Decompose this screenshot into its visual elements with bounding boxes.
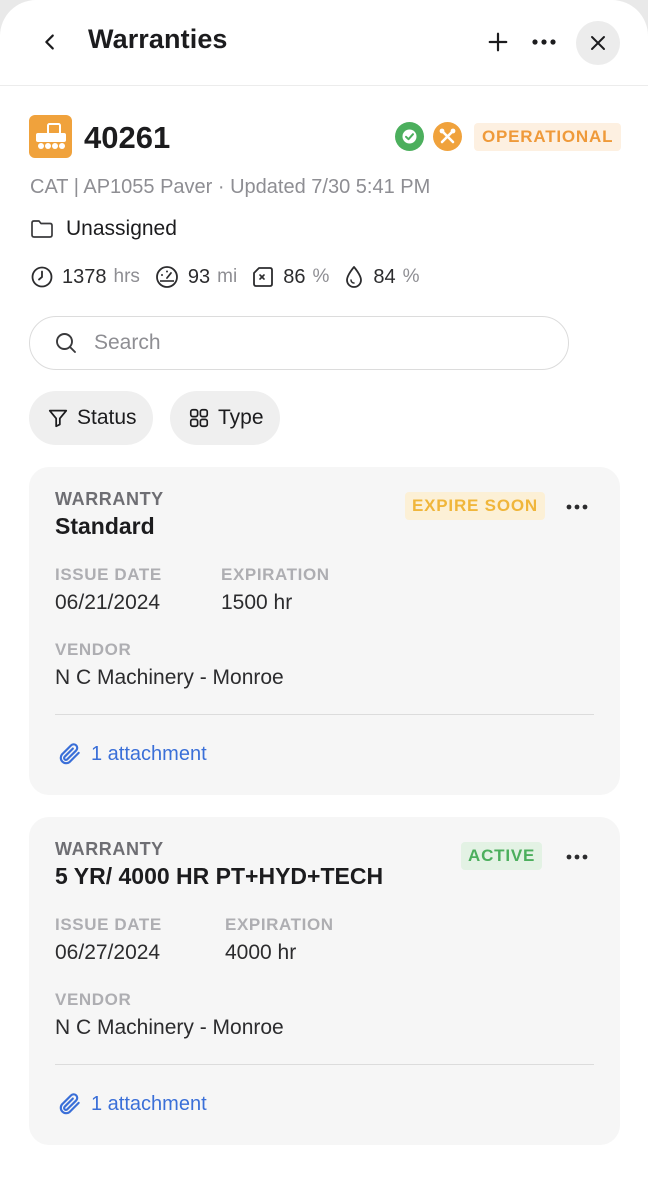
- chevron-left-icon: [45, 34, 54, 50]
- filter-icon: [48, 409, 68, 428]
- type-filter-label: Type: [218, 406, 264, 429]
- warranties-sheet: Warranties 40261 OPERATIONAL CAT | AP105…: [0, 0, 648, 1184]
- metric-hours-value: 1378: [62, 265, 107, 288]
- metric-fluid-unit: %: [402, 266, 420, 287]
- search-icon: [56, 333, 76, 353]
- warranty-card[interactable]: WARRANTY Standard EXPIRE SOON ISSUE DATE…: [29, 467, 620, 795]
- metric-miles: 93 mi: [154, 265, 237, 289]
- header-bar: Warranties: [0, 0, 648, 86]
- check-badge-icon: [395, 122, 424, 151]
- attachment-label: 1 attachment: [91, 742, 207, 765]
- issue-date-label: ISSUE DATE: [55, 915, 162, 934]
- paperclip-icon: [59, 1093, 80, 1115]
- close-button[interactable]: [576, 21, 620, 65]
- warranty-card[interactable]: WARRANTY 5 YR/ 4000 HR PT+HYD+TECH ACTIV…: [29, 817, 620, 1145]
- add-button[interactable]: [478, 22, 518, 62]
- type-filter-button[interactable]: Type: [170, 391, 280, 445]
- warranty-kind: WARRANTY: [55, 489, 164, 509]
- page-title: Warranties: [88, 24, 228, 54]
- folder-icon: [31, 220, 53, 238]
- asset-id: 40261: [84, 120, 171, 155]
- attachment-link[interactable]: 1 attachment: [57, 1091, 207, 1117]
- more-horizontal-icon: [566, 854, 588, 860]
- vendor-value: N C Machinery - Monroe: [55, 1016, 284, 1039]
- metric-hours: 1378 hrs: [30, 265, 140, 289]
- warranty-more-button[interactable]: [561, 841, 593, 873]
- metric-fluid: 84 %: [343, 265, 420, 289]
- status-filter-label: Status: [77, 406, 137, 429]
- metric-fluid-value: 84: [373, 265, 396, 288]
- metric-miles-value: 93: [187, 265, 211, 288]
- warranty-name: Standard: [55, 513, 155, 539]
- paperclip-icon: [59, 743, 80, 765]
- expiration-value: 1500 hr: [221, 591, 293, 614]
- asset-status-badge: OPERATIONAL: [474, 123, 622, 151]
- issue-date-label: ISSUE DATE: [55, 565, 162, 584]
- attachment-label: 1 attachment: [91, 1092, 207, 1115]
- asset-metrics: 1378 hrs 93 mi 86 % 84 %: [30, 265, 434, 289]
- metric-hours-unit: hrs: [113, 266, 140, 287]
- asset-group[interactable]: Unassigned: [30, 217, 177, 241]
- status-filter-button[interactable]: Status: [29, 391, 153, 445]
- warranty-kind: WARRANTY: [55, 839, 164, 859]
- warranty-status-badge: ACTIVE: [461, 842, 543, 870]
- more-options-button[interactable]: [524, 22, 564, 62]
- metric-fuel: 86 %: [251, 265, 329, 289]
- vendor-value: N C Machinery - Monroe: [55, 666, 284, 689]
- vendor-label: VENDOR: [55, 640, 132, 659]
- card-divider: [55, 1064, 594, 1065]
- metric-fuel-unit: %: [312, 266, 330, 287]
- warranty-name: 5 YR/ 4000 HR PT+HYD+TECH: [55, 863, 384, 889]
- issue-date-value: 06/21/2024: [55, 591, 161, 614]
- more-horizontal-icon: [566, 504, 588, 510]
- metric-fuel-value: 86: [283, 265, 306, 288]
- attachment-link[interactable]: 1 attachment: [57, 741, 207, 767]
- card-divider: [55, 714, 594, 715]
- warranty-more-button[interactable]: [561, 491, 593, 523]
- search-input[interactable]: [94, 331, 514, 355]
- paver-icon: [29, 115, 72, 158]
- clock-icon: [31, 266, 53, 288]
- more-horizontal-icon: [532, 39, 556, 45]
- issue-date-value: 06/27/2024: [55, 941, 161, 964]
- search-bar[interactable]: [29, 316, 569, 370]
- asset-subtitle: CAT | AP1055 Paver · Updated 7/30 5:41 P…: [30, 176, 431, 198]
- tools-badge-icon: [433, 122, 462, 151]
- fuel-icon: [253, 267, 274, 287]
- drop-icon: [346, 266, 363, 288]
- back-button[interactable]: [30, 22, 70, 62]
- close-icon: [591, 36, 605, 50]
- warranty-status-badge: EXPIRE SOON: [405, 492, 545, 520]
- vendor-label: VENDOR: [55, 990, 132, 1009]
- asset-group-label: Unassigned: [66, 217, 177, 240]
- plus-icon: [488, 32, 508, 52]
- metric-miles-unit: mi: [217, 266, 238, 287]
- grid-icon: [189, 408, 209, 428]
- expiration-label: EXPIRATION: [225, 915, 334, 934]
- expiration-label: EXPIRATION: [221, 565, 330, 584]
- expiration-value: 4000 hr: [225, 941, 297, 964]
- speedometer-icon: [156, 266, 178, 288]
